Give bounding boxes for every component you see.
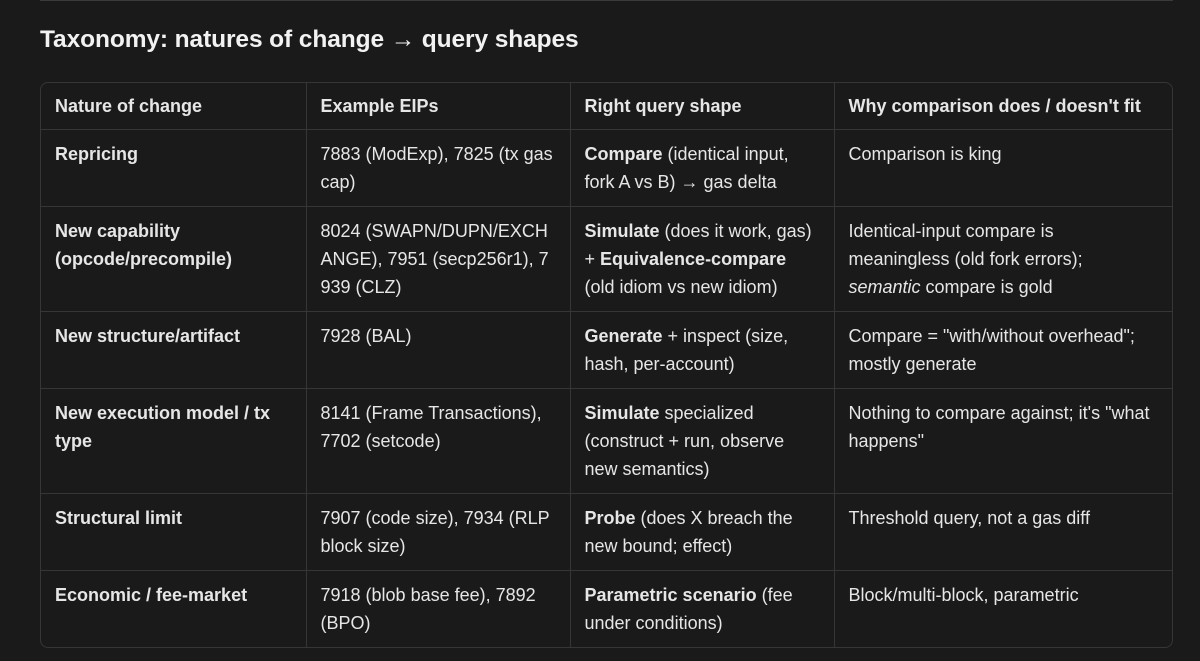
table-row: New execution model / tx type 8141 (Fram… — [41, 388, 1172, 494]
top-divider — [40, 0, 1173, 1]
shape-keyword: Probe — [584, 508, 636, 528]
shape-cell: Simulate (does it work, gas) + Equivalen… — [570, 206, 835, 312]
table-row: New structure/artifact 7928 (BAL) Genera… — [41, 311, 1172, 389]
shape-cell: Compare (identical input, fork A vs B) →… — [570, 129, 835, 207]
nature-cell: Repricing — [41, 129, 307, 207]
table-row: Repricing 7883 (ModExp), 7825 (tx gas ca… — [41, 129, 1172, 207]
nature-cell: New execution model / tx type — [41, 388, 307, 494]
eips-cell: 8024 (SWAPN/DUPN/EXCHANGE), 7951 (secp25… — [306, 206, 571, 312]
why-cell: Compare = "with/without overhead"; mostl… — [834, 311, 1172, 389]
nature-cell: Structural limit — [41, 493, 307, 571]
why-text-2: compare is gold — [920, 277, 1053, 297]
header-nature: Nature of change — [41, 83, 307, 130]
header-eips: Example EIPs — [306, 83, 571, 130]
eips-cell: 7928 (BAL) — [306, 311, 571, 389]
why-text: Identical-input compare is meaningless (… — [848, 221, 1083, 269]
nature-cell: New capability (opcode/precompile) — [41, 206, 307, 312]
table-row: New capability (opcode/precompile) 8024 … — [41, 206, 1172, 312]
taxonomy-table: Nature of change Example EIPs Right quer… — [40, 82, 1173, 648]
shape-cell: Generate + inspect (size, hash, per-acco… — [570, 311, 835, 389]
why-emphasis: semantic — [848, 277, 921, 297]
nature-cell: Economic / fee-market — [41, 570, 307, 647]
why-cell: Block/multi-block, parametric — [848, 585, 1079, 605]
why-cell: Comparison is king — [834, 129, 1172, 207]
shape-keyword: Generate — [584, 326, 663, 346]
table-row: Economic / fee-market 7918 (blob base fe… — [41, 570, 1172, 647]
table-row: Structural limit 7907 (code size), 7934 … — [41, 493, 1172, 571]
eips-cell: 8141 (Frame Transactions), 7702 (setcode… — [306, 388, 571, 494]
why-cell: Nothing to compare against; it's "what h… — [834, 388, 1172, 494]
shape-keyword: Parametric scenario — [584, 585, 757, 605]
shape-cell: Parametric scenario (fee under condition… — [570, 570, 835, 647]
eips-cell: 7918 (blob base fee), 7892 (BPO) — [306, 570, 571, 647]
shape-keyword: Simulate — [584, 403, 660, 423]
shape-keyword-2: Equivalence-compare — [600, 249, 787, 269]
why-cell: Identical-input compare is meaningless (… — [834, 206, 1172, 312]
shape-keyword: Simulate — [584, 221, 660, 241]
nature-cell: New structure/artifact — [41, 311, 307, 389]
shape-cell: Probe (does X breach the new bound; effe… — [570, 493, 835, 571]
shape-cell: Simulate specialized (construct + run, o… — [570, 388, 835, 494]
header-query-shape: Right query shape — [570, 83, 835, 130]
shape-keyword: Compare — [584, 144, 663, 164]
eips-cell: 7883 (ModExp), 7825 (tx gas cap) — [306, 129, 571, 207]
why-cell: Threshold query, not a gas diff — [834, 493, 1172, 571]
shape-text-2: (old idiom vs new idiom) — [584, 277, 778, 297]
section-heading: Taxonomy: natures of change → query shap… — [40, 26, 579, 53]
table-header-row: Nature of change Example EIPs Right quer… — [41, 83, 1172, 130]
header-why: Why comparison does / doesn't fit — [834, 83, 1172, 130]
eips-cell: 7907 (code size), 7934 (RLP block size) — [306, 493, 571, 571]
